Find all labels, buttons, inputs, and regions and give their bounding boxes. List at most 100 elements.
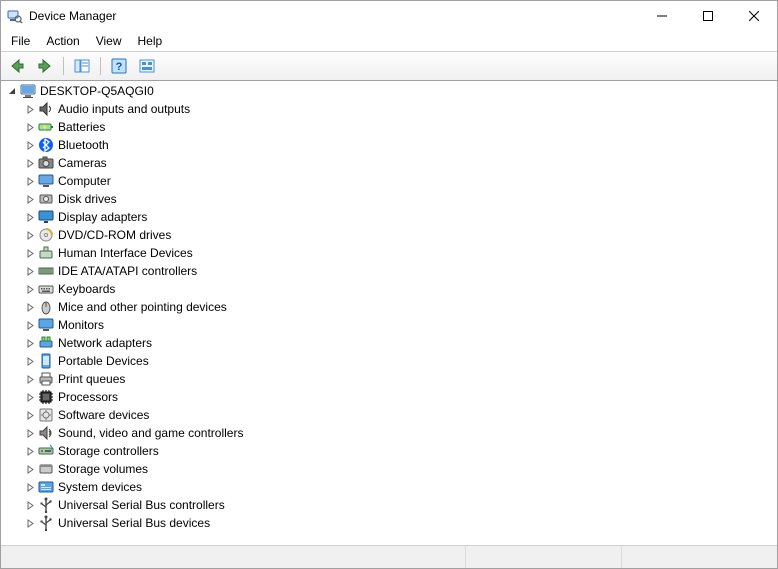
expand-icon[interactable] — [23, 318, 38, 333]
tree-node-label: Storage volumes — [58, 460, 148, 478]
menu-view[interactable]: View — [88, 32, 130, 50]
tree-node-ide-ata-atapi-controllers[interactable]: IDE ATA/ATAPI controllers — [1, 262, 777, 280]
toolbar-separator — [100, 57, 101, 75]
tree-node-display-adapters[interactable]: Display adapters — [1, 208, 777, 226]
tree-node-batteries[interactable]: Batteries — [1, 118, 777, 136]
expand-icon[interactable] — [23, 102, 38, 117]
tree-node-label: Sound, video and game controllers — [58, 424, 243, 442]
close-button[interactable] — [731, 1, 777, 31]
tree-node-label: Computer — [58, 172, 111, 190]
toolbar — [1, 52, 777, 81]
tree-node-label: IDE ATA/ATAPI controllers — [58, 262, 197, 280]
expand-icon[interactable] — [23, 192, 38, 207]
tree-node-label: Storage controllers — [58, 442, 159, 460]
tree-node-processors[interactable]: Processors — [1, 388, 777, 406]
tree-node-keyboards[interactable]: Keyboards — [1, 280, 777, 298]
tree-node-bluetooth[interactable]: Bluetooth — [1, 136, 777, 154]
expand-icon[interactable] — [23, 120, 38, 135]
menu-file[interactable]: File — [3, 32, 38, 50]
tree-node-human-interface-devices[interactable]: Human Interface Devices — [1, 244, 777, 262]
hid-icon — [38, 245, 54, 261]
tree-node-label: Bluetooth — [58, 136, 109, 154]
tree-node-print-queues[interactable]: Print queues — [1, 370, 777, 388]
expand-icon[interactable] — [23, 498, 38, 513]
tree-node-label: Keyboards — [58, 280, 115, 298]
toolbar-separator — [63, 57, 64, 75]
cpu-icon — [38, 389, 54, 405]
tree-node-disk-drives[interactable]: Disk drives — [1, 190, 777, 208]
expand-icon[interactable] — [23, 426, 38, 441]
expand-icon[interactable] — [23, 138, 38, 153]
expand-icon[interactable] — [23, 462, 38, 477]
mouse-icon — [38, 299, 54, 315]
status-cell — [1, 546, 465, 568]
tree-node-sound-video-and-game-controllers[interactable]: Sound, video and game controllers — [1, 424, 777, 442]
forward-button[interactable] — [33, 54, 57, 78]
sound-icon — [38, 425, 54, 441]
window-title: Device Manager — [29, 9, 639, 23]
expand-icon[interactable] — [23, 336, 38, 351]
expand-icon[interactable] — [23, 354, 38, 369]
tree-node-label: Portable Devices — [58, 352, 149, 370]
expand-icon[interactable] — [23, 210, 38, 225]
keyboard-icon — [38, 281, 54, 297]
expand-icon[interactable] — [23, 408, 38, 423]
device-tree[interactable]: DESKTOP-Q5AQGI0Audio inputs and outputsB… — [1, 81, 777, 546]
status-cell — [621, 546, 777, 568]
expand-icon[interactable] — [23, 390, 38, 405]
collapse-icon[interactable] — [5, 84, 20, 99]
tree-node-storage-volumes[interactable]: Storage volumes — [1, 460, 777, 478]
tree-node-label: Print queues — [58, 370, 125, 388]
printer-icon — [38, 371, 54, 387]
tree-node-portable-devices[interactable]: Portable Devices — [1, 352, 777, 370]
computer-icon — [38, 173, 54, 189]
expand-icon[interactable] — [23, 282, 38, 297]
ide-icon — [38, 263, 54, 279]
tree-node-monitors[interactable]: Monitors — [1, 316, 777, 334]
menu-action[interactable]: Action — [38, 32, 87, 50]
expand-icon[interactable] — [23, 444, 38, 459]
tree-node-software-devices[interactable]: Software devices — [1, 406, 777, 424]
network-icon — [38, 335, 54, 351]
disk-icon — [38, 191, 54, 207]
tree-node-system-devices[interactable]: System devices — [1, 478, 777, 496]
titlebar[interactable]: Device Manager — [1, 1, 777, 31]
tree-node-cameras[interactable]: Cameras — [1, 154, 777, 172]
expand-icon[interactable] — [23, 516, 38, 531]
tree-node-root[interactable]: DESKTOP-Q5AQGI0 — [1, 82, 777, 100]
back-button[interactable] — [5, 54, 29, 78]
tree-node-universal-serial-bus-controllers[interactable]: Universal Serial Bus controllers — [1, 496, 777, 514]
expand-icon[interactable] — [23, 372, 38, 387]
expand-icon[interactable] — [23, 156, 38, 171]
tree-node-label: Network adapters — [58, 334, 152, 352]
tree-node-label: Processors — [58, 388, 118, 406]
tree-node-mice-and-other-pointing-devices[interactable]: Mice and other pointing devices — [1, 298, 777, 316]
tree-node-label: DVD/CD-ROM drives — [58, 226, 171, 244]
tree-node-universal-serial-bus-devices[interactable]: Universal Serial Bus devices — [1, 514, 777, 532]
expand-icon[interactable] — [23, 300, 38, 315]
menu-help[interactable]: Help — [130, 32, 171, 50]
tree-node-label: Universal Serial Bus controllers — [58, 496, 225, 514]
tree-node-network-adapters[interactable]: Network adapters — [1, 334, 777, 352]
monitor-icon — [38, 317, 54, 333]
tree-node-dvd-cd-rom-drives[interactable]: DVD/CD-ROM drives — [1, 226, 777, 244]
maximize-button[interactable] — [685, 1, 731, 31]
minimize-button[interactable] — [639, 1, 685, 31]
system-icon — [38, 479, 54, 495]
help-button[interactable] — [107, 54, 131, 78]
usb-icon — [38, 515, 54, 531]
expand-icon[interactable] — [23, 246, 38, 261]
expand-icon[interactable] — [23, 264, 38, 279]
tree-node-computer[interactable]: Computer — [1, 172, 777, 190]
expand-icon[interactable] — [23, 228, 38, 243]
bluetooth-icon — [38, 137, 54, 153]
tree-node-label: DESKTOP-Q5AQGI0 — [40, 82, 154, 100]
console-tree-button[interactable] — [70, 54, 94, 78]
expand-icon[interactable] — [23, 174, 38, 189]
show-hidden-button[interactable] — [135, 54, 159, 78]
storagevol-icon — [38, 461, 54, 477]
window: Device Manager File Action View Help — [0, 0, 778, 569]
expand-icon[interactable] — [23, 480, 38, 495]
tree-node-storage-controllers[interactable]: Storage controllers — [1, 442, 777, 460]
tree-node-audio-inputs-and-outputs[interactable]: Audio inputs and outputs — [1, 100, 777, 118]
